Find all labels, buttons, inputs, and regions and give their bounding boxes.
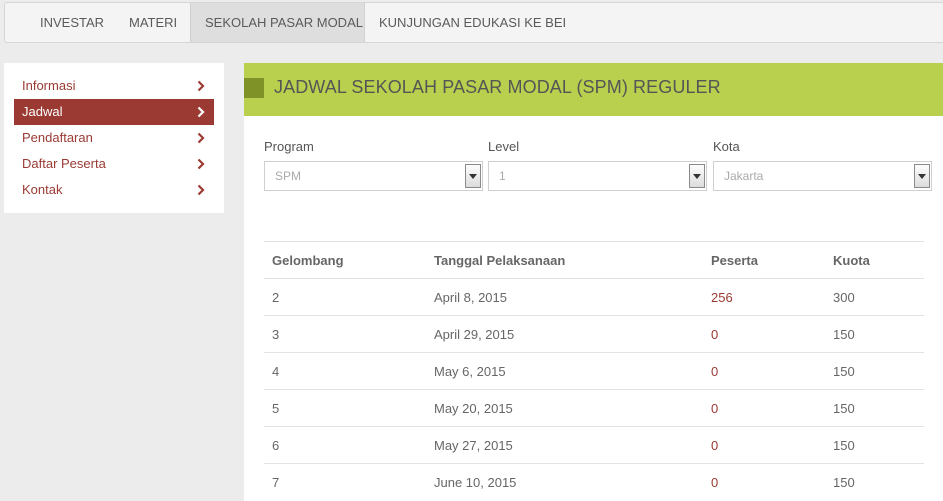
cell-gelombang: 2	[264, 278, 426, 316]
kota-select-value: Jakarta	[724, 169, 764, 183]
sidebar-item-kontak[interactable]: Kontak	[14, 177, 214, 203]
column-header-kuota: Kuota	[825, 241, 924, 279]
table-header-row: Gelombang Tanggal Pelaksanaan Peserta Ku…	[264, 241, 924, 279]
chevron-right-icon	[197, 184, 205, 196]
sidebar-item-label: Daftar Peserta	[22, 156, 106, 171]
sidebar-item-label: Informasi	[22, 78, 76, 93]
cell-tanggal: April 29, 2015	[426, 315, 703, 353]
banner-square-marker	[244, 78, 264, 98]
cell-tanggal: June 10, 2015	[426, 463, 703, 501]
cell-gelombang: 7	[264, 463, 426, 501]
level-select[interactable]: 1	[488, 161, 707, 191]
sidebar-item-label: Pendaftaran	[22, 130, 93, 145]
sidebar-item-jadwal[interactable]: Jadwal	[14, 99, 214, 125]
cell-kuota: 150	[825, 389, 924, 427]
table-row: 6 May 27, 2015 0 150	[264, 426, 924, 464]
cell-peserta: 0	[703, 315, 825, 353]
chevron-right-icon	[197, 132, 205, 144]
tab-investar[interactable]: INVESTAR	[5, 3, 129, 42]
chevron-right-icon	[197, 80, 205, 92]
cell-kuota: 150	[825, 463, 924, 501]
cell-gelombang: 6	[264, 426, 426, 464]
table-row: 7 June 10, 2015 0 150	[264, 463, 924, 501]
column-header-peserta: Peserta	[703, 241, 825, 279]
dropdown-arrow-icon[interactable]	[689, 164, 705, 188]
cell-peserta: 0	[703, 352, 825, 390]
program-label: Program	[264, 139, 314, 154]
level-label: Level	[488, 139, 520, 154]
cell-kuota: 150	[825, 426, 924, 464]
table-row: 3 April 29, 2015 0 150	[264, 315, 924, 353]
schedule-table: Gelombang Tanggal Pelaksanaan Peserta Ku…	[264, 241, 924, 501]
cell-kuota: 300	[825, 278, 924, 316]
chevron-right-icon	[197, 106, 205, 118]
sidebar-item-daftar-peserta[interactable]: Daftar Peserta	[14, 151, 214, 177]
sidebar-item-label: Kontak	[22, 182, 63, 197]
cell-tanggal: April 8, 2015	[426, 278, 703, 316]
program-select-value: SPM	[275, 169, 302, 183]
cell-peserta: 0	[703, 463, 825, 501]
tab-sekolah-pasar-modal[interactable]: SEKOLAH PASAR MODAL	[190, 3, 365, 42]
table-row: 5 May 20, 2015 0 150	[264, 389, 924, 427]
level-select-value: 1	[499, 169, 506, 183]
sidebar-item-informasi[interactable]: Informasi	[14, 73, 214, 99]
sidebar-item-label: Jadwal	[22, 104, 63, 119]
kota-label: Kota	[713, 139, 740, 154]
program-select[interactable]: SPM	[264, 161, 483, 191]
page-banner: JADWAL SEKOLAH PASAR MODAL (SPM) REGULER	[244, 63, 943, 116]
sidebar: Informasi Jadwal Pendaftaran Daftar Pese…	[4, 63, 224, 213]
tab-materi[interactable]: MATERI	[129, 3, 190, 42]
table-row: 4 May 6, 2015 0 150	[264, 352, 924, 390]
tab-kunjungan-edukasi[interactable]: KUNJUNGAN EDUKASI KE BEI	[365, 3, 585, 42]
cell-tanggal: May 27, 2015	[426, 426, 703, 464]
cell-peserta: 256	[703, 278, 825, 316]
column-header-gelombang: Gelombang	[264, 241, 426, 279]
cell-kuota: 150	[825, 352, 924, 390]
dropdown-arrow-icon[interactable]	[465, 164, 481, 188]
sidebar-item-pendaftaran[interactable]: Pendaftaran	[14, 125, 214, 151]
kota-filter: Kota Jakarta	[713, 139, 932, 191]
cell-peserta: 0	[703, 426, 825, 464]
cell-peserta: 0	[703, 389, 825, 427]
program-filter: Program SPM	[264, 139, 483, 191]
main-content: JADWAL SEKOLAH PASAR MODAL (SPM) REGULER…	[244, 63, 943, 501]
table-row: 2 April 8, 2015 256 300	[264, 278, 924, 316]
cell-gelombang: 4	[264, 352, 426, 390]
column-header-tanggal: Tanggal Pelaksanaan	[426, 241, 703, 279]
top-navigation: INVESTAR MATERI SEKOLAH PASAR MODAL KUNJ…	[4, 2, 943, 43]
cell-tanggal: May 20, 2015	[426, 389, 703, 427]
cell-gelombang: 5	[264, 389, 426, 427]
cell-tanggal: May 6, 2015	[426, 352, 703, 390]
page-title: JADWAL SEKOLAH PASAR MODAL (SPM) REGULER	[274, 77, 721, 97]
cell-gelombang: 3	[264, 315, 426, 353]
kota-select[interactable]: Jakarta	[713, 161, 932, 191]
chevron-right-icon	[197, 158, 205, 170]
dropdown-arrow-icon[interactable]	[914, 164, 930, 188]
cell-kuota: 150	[825, 315, 924, 353]
level-filter: Level 1	[488, 139, 707, 191]
